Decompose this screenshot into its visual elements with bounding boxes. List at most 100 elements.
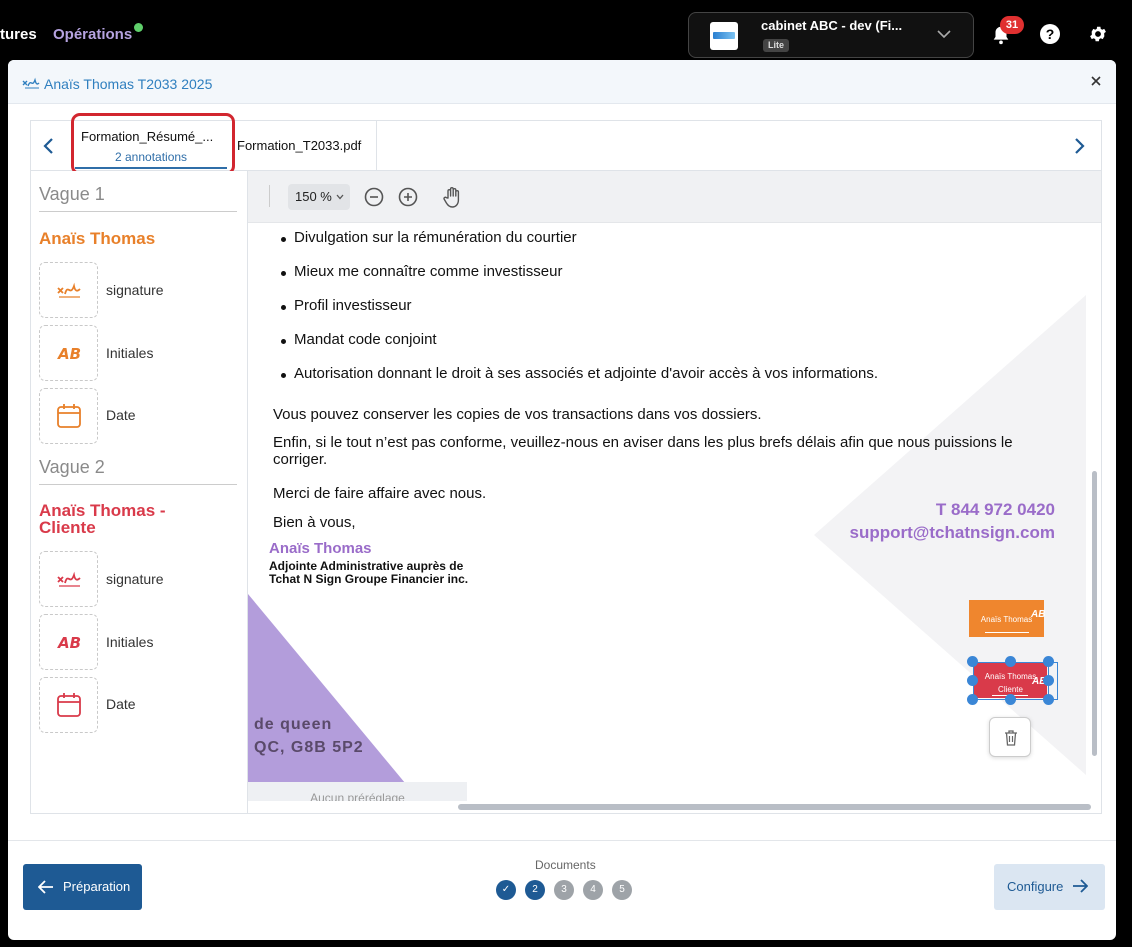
date-field-draggable[interactable] (39, 388, 98, 444)
tab-name: Formation_T2033.pdf (237, 138, 362, 153)
resize-handle[interactable] (1043, 675, 1054, 686)
zoom-in-icon[interactable] (395, 184, 421, 210)
operations-status-dot (134, 23, 143, 32)
date-field-draggable[interactable] (39, 677, 98, 733)
signer-name: Anaïs Thomas (39, 229, 156, 248)
next-step-button[interactable]: Configure (994, 864, 1105, 910)
role-line: Tchat N Sign Groupe Financier inc. (269, 572, 469, 586)
chevron-right-icon[interactable] (1071, 137, 1087, 155)
fields-sidebar: Vague 1 Anaïs Thomas signature AB Initia… (31, 171, 248, 813)
tab-name: Formation_Résumé_... (81, 129, 214, 144)
pan-hand-icon[interactable] (439, 184, 465, 210)
arrow-left-icon (38, 880, 53, 894)
resize-handle[interactable] (967, 656, 978, 667)
tab-formation-resume[interactable]: Formation_Résumé_... 2 annotations (75, 123, 227, 169)
tab-annotation-count: 2 annotations (115, 150, 188, 164)
step-3[interactable]: 3 (554, 880, 574, 900)
field-label: signature (106, 571, 164, 587)
notification-count-badge: 31 (1000, 16, 1024, 34)
resize-handle[interactable] (1005, 694, 1016, 705)
zoom-out-icon[interactable] (361, 184, 387, 210)
document-tabs: Formation_Résumé_... 2 annotations Forma… (31, 113, 1101, 175)
chevron-down-icon (336, 194, 344, 200)
nav-item-signatures[interactable]: tures (0, 26, 37, 43)
wave-2-label: Vague 2 (39, 457, 105, 477)
signature-field-draggable[interactable] (39, 262, 98, 318)
previous-step-button[interactable]: Préparation (23, 864, 142, 910)
signature-icon (56, 282, 81, 298)
next-step-label: Configure (1007, 879, 1064, 894)
divider (39, 211, 237, 212)
org-logo (710, 22, 738, 50)
list-item: Profil investisseur (280, 297, 878, 331)
resize-handle[interactable] (967, 675, 978, 686)
top-nav-bar: tures Opérations cabinet ABC - dev (Fi..… (0, 0, 1132, 68)
placed-initials-field-orange[interactable]: Anaïs Thomas AB (969, 600, 1046, 637)
organization-selector[interactable]: cabinet ABC - dev (Fi... Lite (688, 12, 974, 58)
vertical-scrollbar[interactable] (1092, 471, 1097, 756)
calendar-icon (56, 693, 81, 717)
field-label: Date (106, 407, 136, 423)
preset-selector[interactable]: Aucun préréglage (248, 782, 467, 801)
divider (39, 484, 237, 485)
stepper-label: Documents (535, 858, 596, 872)
step-5[interactable]: 5 (612, 880, 632, 900)
modal-title: Anaïs Thomas T2033 2025 (44, 76, 213, 92)
field-label: Initiales (106, 345, 154, 361)
zoom-select[interactable]: 150 % (288, 184, 350, 210)
resize-handle[interactable] (1043, 656, 1054, 667)
contact-email: support@tchatnsign.com (849, 523, 1055, 542)
trash-icon (1005, 730, 1017, 746)
tab-formation-t2033[interactable]: Formation_T2033.pdf (237, 121, 377, 171)
arrow-right-icon (1073, 879, 1088, 893)
paragraph: Enfin, si le tout n’est pas conforme, ve… (273, 434, 1013, 468)
initials-field-draggable[interactable]: AB (39, 614, 98, 670)
gear-icon[interactable] (1088, 24, 1108, 44)
calendar-icon (56, 404, 81, 428)
stamp-underline (985, 632, 1029, 633)
svg-text:AB: AB (57, 634, 81, 652)
list-item: Divulgation sur la rémunération du court… (280, 229, 878, 263)
address-line: QC, G8B 5P2 (254, 739, 364, 756)
step-4[interactable]: 4 (583, 880, 603, 900)
document-modal: Anaïs Thomas T2033 2025 Formation_Résumé… (8, 60, 1116, 940)
initials-icon: AB (57, 634, 81, 652)
close-icon[interactable] (1089, 74, 1103, 88)
signature-field-draggable[interactable] (39, 551, 98, 607)
bullet-list: Divulgation sur la rémunération du court… (280, 229, 878, 399)
delete-field-button[interactable] (989, 717, 1031, 757)
initials-icon: AB (57, 345, 81, 363)
signatory-name: Anaïs Thomas (269, 540, 372, 557)
toolbar-divider (269, 185, 270, 207)
wave-1-label: Vague 1 (39, 184, 105, 204)
zoom-value: 150 % (295, 189, 332, 204)
viewer-toolbar: 150 % (248, 171, 1101, 223)
initials-field-draggable[interactable]: AB (39, 325, 98, 381)
signature-icon (56, 571, 81, 587)
org-name: cabinet ABC - dev (Fi... (761, 18, 903, 33)
active-tab-indicator (75, 167, 227, 169)
field-label: signature (106, 282, 164, 298)
document-workspace: Formation_Résumé_... 2 annotations Forma… (30, 113, 1102, 814)
field-label: Initiales (106, 634, 154, 650)
field-label: Date (106, 696, 136, 712)
horizontal-scrollbar[interactable] (458, 804, 1091, 810)
address-line: de queen (254, 716, 333, 733)
org-plan-badge: Lite (763, 39, 790, 52)
resize-handle[interactable] (967, 694, 978, 705)
list-item: Mieux me connaître comme investisseur (280, 263, 878, 297)
footer-divider (8, 840, 1116, 841)
chevron-down-icon (937, 30, 951, 39)
nav-item-operations[interactable]: Opérations (53, 26, 132, 43)
chevron-left-icon[interactable] (41, 137, 57, 155)
signatory-role: Adjointe Administrative auprès de Tchat … (269, 560, 529, 586)
resize-handle[interactable] (1005, 656, 1016, 667)
list-item: Autorisation donnant le droit à ses asso… (280, 365, 878, 399)
step-1-completed[interactable]: ✓ (496, 880, 516, 900)
stamp-initials: AB (1031, 609, 1046, 620)
help-icon[interactable]: ? (1040, 24, 1060, 44)
list-item: Mandat code conjoint (280, 331, 878, 365)
signature-icon (22, 77, 40, 89)
resize-handle[interactable] (1043, 694, 1054, 705)
step-2-current[interactable]: 2 (525, 880, 545, 900)
